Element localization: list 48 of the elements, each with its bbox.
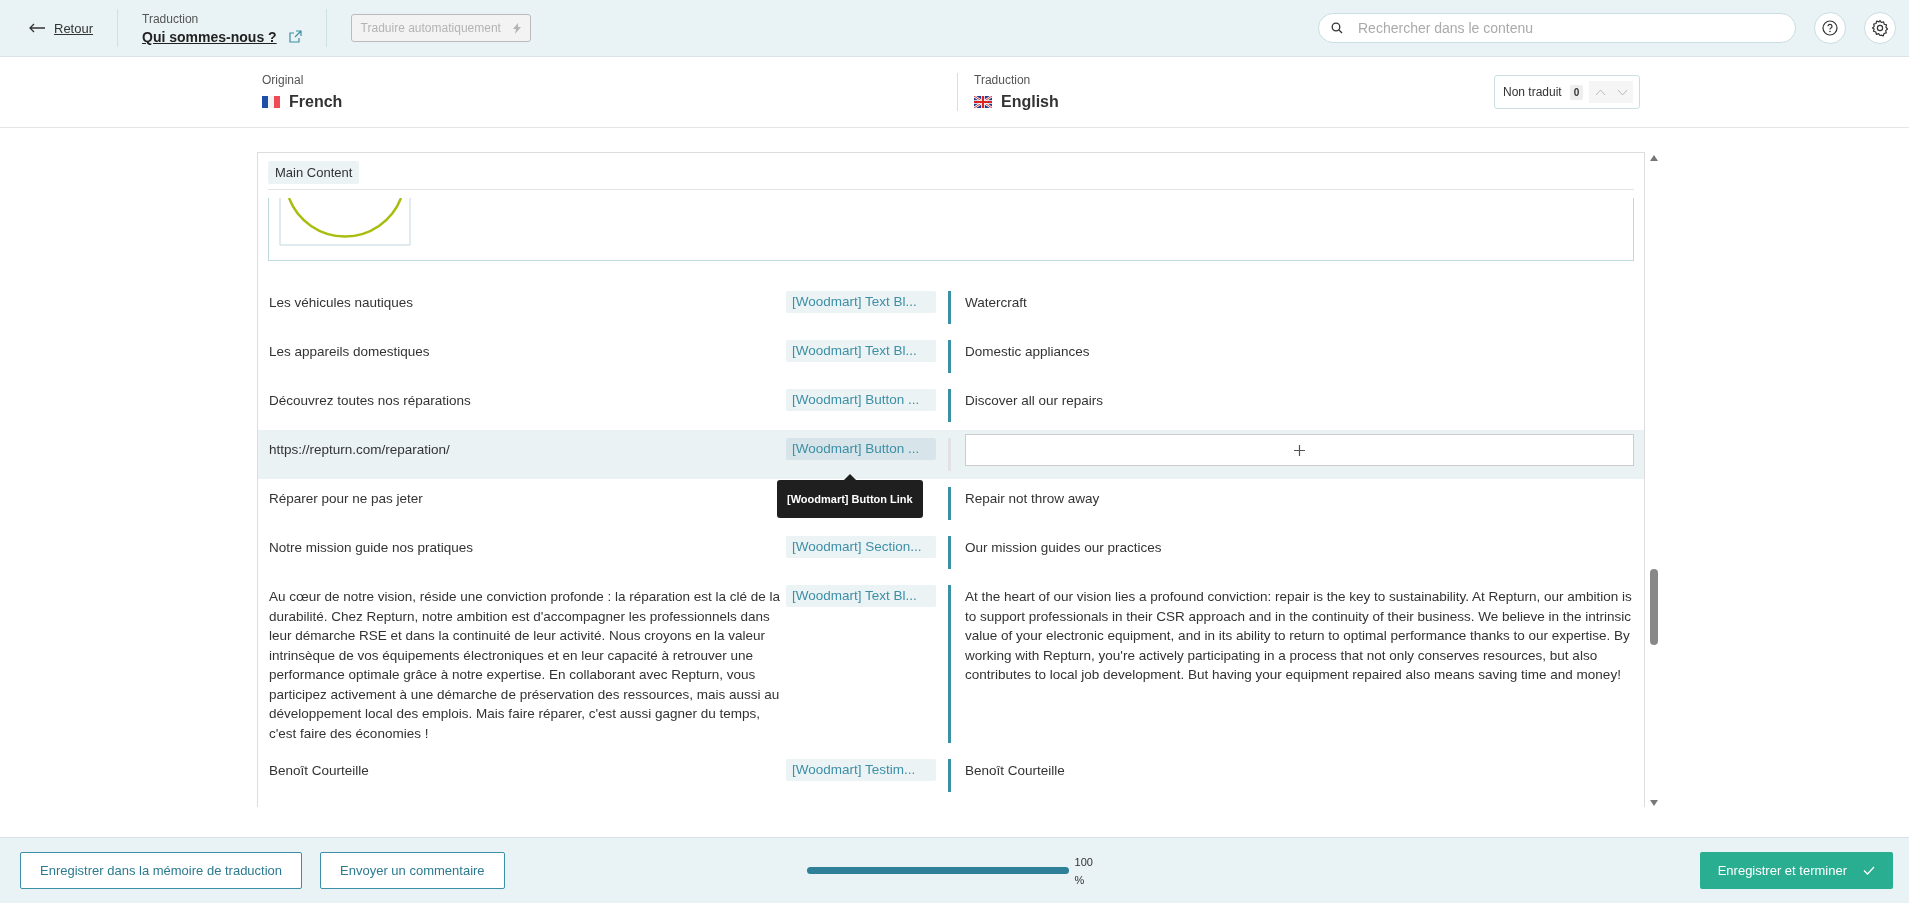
- lightning-icon: [512, 22, 521, 34]
- help-button[interactable]: [1814, 12, 1846, 44]
- source-text: Notre mission guide nos pratiques: [269, 539, 475, 557]
- source-text: Au cœur de notre vision, réside une conviction profonde : la réparation est la clé de la durabilité. Chez Repturn, notre ambition est d'accompagner les professionnels dans leur démarche RSE et dans la continuité de leur activité. Nous croyons en la valeur intrinsèque de vos équipements électroniques et en leur capacité à retrouver une performance optimale grâce à notre expertise. En collaborant avec Repturn, vous participez activement à une démarche de préservation des ressources, mais aussi au développement local des emplois. Mais faire réparer, c'est aussi gagner du temps, c'est faire des économies !: [269, 588, 781, 743]
- translation-language: English: [1001, 93, 1059, 111]
- translation-text[interactable]: Domestic appliances: [951, 340, 1634, 362]
- add-translation-field[interactable]: [965, 434, 1634, 466]
- check-icon: [1863, 866, 1875, 875]
- source-text: Découvrez toutes nos réparations: [269, 392, 472, 410]
- external-link-icon[interactable]: [288, 30, 302, 43]
- back-link[interactable]: Retour: [28, 20, 94, 36]
- count-badge: 0: [1569, 84, 1584, 100]
- translation-text[interactable]: At the heart of our vision lies a profound conviction: repair is the key to sustainability. At Repturn, our ambition is to support professionals in their CSR approach and in the continuity of their business. We believe in the intrinsic value of your electronic equipment, and in its ability to return to optimal performance thanks to our expertise. By working with Repturn, you're actively participating in a process that not only conserves resources, but also contributes to local job development. But having your equipment repaired also means saving time and money!: [951, 585, 1634, 685]
- translation-text[interactable]: Benoît Courteille: [951, 759, 1634, 781]
- source-text: Benoît Courteille: [269, 762, 370, 780]
- scroll-down-icon[interactable]: [1648, 799, 1659, 807]
- translation-text[interactable]: Our mission guides our practices: [951, 536, 1634, 558]
- help-icon: [1822, 20, 1838, 36]
- source-text: Les appareils domestiques: [269, 343, 431, 361]
- translation-text[interactable]: Discover all our repairs: [951, 389, 1634, 411]
- page-title-link[interactable]: Qui sommes-nous ?: [142, 28, 277, 45]
- scroll-up-icon[interactable]: [1648, 154, 1659, 162]
- translation-text[interactable]: Repair not throw away: [951, 487, 1634, 509]
- footer-button[interactable]: Envoyer un commentaire: [320, 852, 505, 889]
- translation-label: Traduction: [974, 73, 1032, 87]
- uk-flag-icon: [974, 96, 992, 108]
- footer-button[interactable]: Enregistrer dans la mémoire de traduction: [20, 852, 303, 889]
- scrollbar-thumb[interactable]: [1649, 569, 1658, 646]
- search-field[interactable]: Rechercher dans le contenu: [1318, 13, 1796, 43]
- progress-reading: 100 %: [1074, 854, 1094, 888]
- chevron-down-icon: [1616, 88, 1628, 96]
- back-arrow-icon: [28, 23, 46, 33]
- settings-icon: [1871, 19, 1889, 37]
- tooltip: [Woodmart] Button Link: [777, 474, 923, 518]
- source-text: Les véhicules nautiques: [269, 294, 415, 312]
- tooltip-pointer: [843, 474, 856, 480]
- chevron-up-icon: [1594, 88, 1606, 96]
- plus-icon: [1294, 444, 1305, 456]
- settings-button[interactable]: [1864, 12, 1896, 44]
- search-icon: [1331, 22, 1343, 34]
- original-language: French: [289, 93, 343, 111]
- section-label: Traduction: [142, 11, 200, 26]
- french-flag-icon: [262, 96, 280, 108]
- source-text: Réparer pour ne pas jeter: [269, 490, 424, 508]
- original-label: Original: [262, 73, 305, 87]
- section-tag: Main Content: [268, 161, 360, 184]
- source-text: https://repturn.com/reparation/: [269, 441, 451, 459]
- translation-text[interactable]: Watercraft: [951, 291, 1634, 313]
